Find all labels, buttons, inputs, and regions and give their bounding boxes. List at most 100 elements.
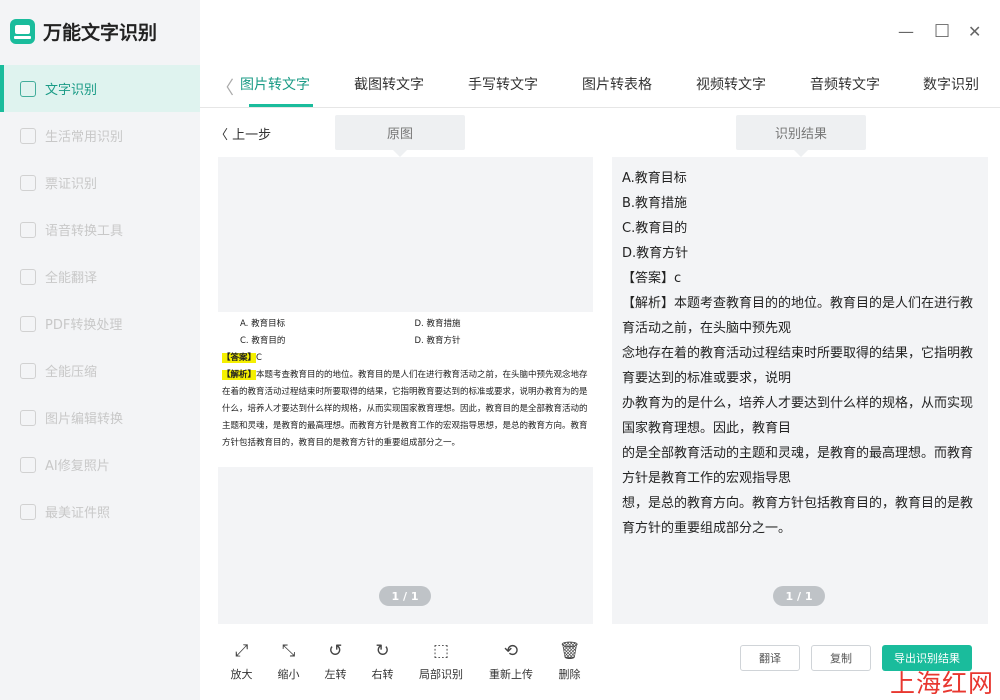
original-image-panel: A. 教育目标 D. 教育措施 C. 教育目的 D. 教育方针 【答案】C 【解… (218, 157, 593, 624)
expand-icon: ⤢ (234, 641, 249, 661)
option-d: D. 教育方针 (414, 336, 461, 346)
answer-tag: 【答案】 (222, 353, 257, 363)
translate-button[interactable]: 翻译 (740, 645, 800, 671)
delete-button[interactable]: 🗑 删除 (546, 640, 593, 682)
watermark: 上海红网 (890, 669, 995, 698)
sidebar-item-label: 文字识别 (45, 83, 98, 98)
tool-label: 删除 (558, 668, 581, 681)
result-line: 办教育为的是什么，培养人才要达到什么样的规格，从而实现国家教育理想。因此，教育目 (622, 396, 974, 436)
rotate-left-button[interactable]: ↺ 左转 (312, 640, 359, 682)
result-line: 【解析】本题考查教育目的的地位。教育目的是人们在进行教育活动之前，在头脑中预先观 (622, 296, 974, 336)
sidebar-item-daily-recognition[interactable]: 生活常用识别 (0, 112, 200, 159)
sidebar-item-voice[interactable]: 语音转换工具 (0, 206, 200, 253)
sidebar-item-pdf[interactable]: PDF转换处理 (0, 300, 200, 347)
rotate-left-icon: ↺ (328, 641, 343, 661)
rotate-right-button[interactable]: ↻ 右转 (359, 640, 406, 682)
result-label: 识别结果 (736, 115, 866, 157)
result-line: C.教育目的 (622, 221, 688, 236)
analysis-paragraph: 【解析】本题考查教育目的的地位。教育目的是人们在进行教育活动之前，在头脑中预先观… (222, 367, 589, 452)
sidebar-item-translate[interactable]: 全能翻译 (0, 253, 200, 300)
analysis-tag: 【解析】 (222, 370, 257, 380)
voice-icon (20, 221, 36, 238)
image-icon (20, 409, 36, 426)
zoom-in-button[interactable]: ⤢ 放大 (218, 640, 265, 682)
option-row: A. 教育目标 D. 教育措施 (222, 316, 589, 333)
scan-icon (20, 80, 36, 97)
app-logo-icon (10, 19, 35, 44)
sidebar: 万能文字识别 文字识别 生活常用识别 票证识别 语音转换工具 全能翻译 PDF转… (0, 0, 200, 700)
reupload-button[interactable]: ⟲ 重新上传 (476, 640, 546, 682)
tab-image-to-text[interactable]: 图片转文字 (240, 74, 310, 94)
result-page-indicator: 1 / 1 (773, 586, 825, 606)
tab-bar: 〈 图片转文字 截图转文字 手写转文字 图片转表格 视频转文字 音频转文字 数字… (200, 64, 1000, 108)
answer-value: C (256, 353, 262, 363)
tool-label: 左转 (324, 668, 347, 681)
sidebar-item-label: 全能翻译 (45, 271, 98, 286)
tool-label: 缩小 (277, 668, 300, 681)
result-line: B.教育措施 (622, 196, 688, 211)
option-a: A. 教育目标 (240, 319, 286, 329)
crop-icon: ⬚ (432, 641, 450, 661)
scan-icon (20, 174, 36, 191)
copy-button[interactable]: 复制 (811, 645, 871, 671)
image-toolbar: ⤢ 放大 ⤡ 缩小 ↺ 左转 ↻ 右转 ⬚ 局部识别 ⟲ 重新上传 🗑 删除 (218, 640, 593, 682)
tab-scroll-left-icon[interactable]: 〈 (216, 74, 234, 100)
maximize-button[interactable]: □ (934, 20, 950, 40)
partial-recognition-button[interactable]: ⬚ 局部识别 (406, 640, 476, 682)
active-tab-indicator (249, 104, 313, 107)
tab-audio-to-text[interactable]: 音频转文字 (810, 74, 880, 94)
tab-video-to-text[interactable]: 视频转文字 (696, 74, 766, 94)
tool-label: 放大 (230, 668, 253, 681)
result-line: D.教育方针 (622, 246, 689, 261)
tool-label: 重新上传 (489, 668, 533, 681)
sidebar-item-label: PDF转换处理 (45, 318, 123, 333)
result-line: A.教育目标 (622, 171, 687, 186)
sidebar-item-text-recognition[interactable]: 文字识别 (0, 65, 200, 112)
sidebar-item-label: 图片编辑转换 (45, 412, 124, 427)
sidebar-item-compress[interactable]: 全能压缩 (0, 347, 200, 394)
reupload-icon: ⟲ (503, 641, 519, 661)
translate-icon (20, 268, 36, 285)
result-text[interactable]: A.教育目标 B.教育措施 C.教育目的 D.教育方针 【答案】c 【解析】本题… (622, 166, 982, 541)
original-page-indicator: 1 / 1 (379, 586, 431, 606)
sidebar-item-label: 票证识别 (45, 177, 98, 192)
tab-image-to-table[interactable]: 图片转表格 (582, 74, 652, 94)
answer-line: 【答案】C (222, 350, 589, 367)
tool-label: 局部识别 (419, 668, 463, 681)
option-row: C. 教育目的 D. 教育方针 (222, 333, 589, 350)
back-button[interactable]: 〈 上一步 (215, 124, 271, 143)
sidebar-item-certificate[interactable]: 票证识别 (0, 159, 200, 206)
original-image-label: 原图 (335, 115, 465, 157)
shrink-icon: ⤡ (281, 641, 296, 661)
original-image: A. 教育目标 D. 教育措施 C. 教育目的 D. 教育方针 【答案】C 【解… (218, 312, 593, 467)
scan-icon (20, 127, 36, 144)
option-d-right: D. 教育措施 (414, 319, 461, 329)
trash-icon: 🗑 (558, 641, 581, 661)
close-button[interactable]: ✕ (968, 22, 981, 41)
sidebar-item-label: 全能压缩 (45, 365, 98, 380)
compress-icon (20, 362, 36, 379)
sidebar-item-label: 生活常用识别 (45, 130, 124, 145)
recognition-result-panel[interactable]: A.教育目标 B.教育措施 C.教育目的 D.教育方针 【答案】c 【解析】本题… (612, 157, 988, 624)
result-line: 想，是总的教育方向。教育方针包括教育目的，教育目的是教育方针的重要组成部分之一。 (622, 496, 974, 536)
sidebar-item-image-edit[interactable]: 图片编辑转换 (0, 394, 200, 441)
result-line: 念地存在着的教育活动过程结束时所要取得的结果，它指明教育要达到的标准或要求，说明 (622, 346, 974, 386)
sidebar-nav: 文字识别 生活常用识别 票证识别 语音转换工具 全能翻译 PDF转换处理 全能压… (0, 65, 200, 535)
tab-digit-recognition[interactable]: 数字识别 (923, 74, 979, 94)
tab-screenshot-to-text[interactable]: 截图转文字 (354, 74, 424, 94)
id-photo-icon (20, 503, 36, 520)
sidebar-item-id-photo[interactable]: 最美证件照 (0, 488, 200, 535)
ai-icon (20, 456, 36, 473)
rotate-right-icon: ↻ (375, 641, 390, 661)
sidebar-item-label: 语音转换工具 (45, 224, 124, 239)
sidebar-item-ai-repair[interactable]: AI修复照片 (0, 441, 200, 488)
zoom-out-button[interactable]: ⤡ 缩小 (265, 640, 312, 682)
pdf-icon (20, 315, 36, 332)
tab-handwriting-to-text[interactable]: 手写转文字 (468, 74, 538, 94)
sidebar-item-label: AI修复照片 (45, 459, 110, 474)
result-line: 的是全部教育活动的主题和灵魂，是教育的最高理想。而教育方针是教育工作的宏观指导思 (622, 446, 974, 486)
result-line: 【答案】c (622, 271, 682, 286)
minimize-button[interactable]: — (898, 22, 914, 41)
tool-label: 右转 (371, 668, 394, 681)
analysis-text: 本题考查教育目的的地位。教育目的是人们在进行教育活动之前，在头脑中预先观念地存在… (222, 370, 588, 448)
